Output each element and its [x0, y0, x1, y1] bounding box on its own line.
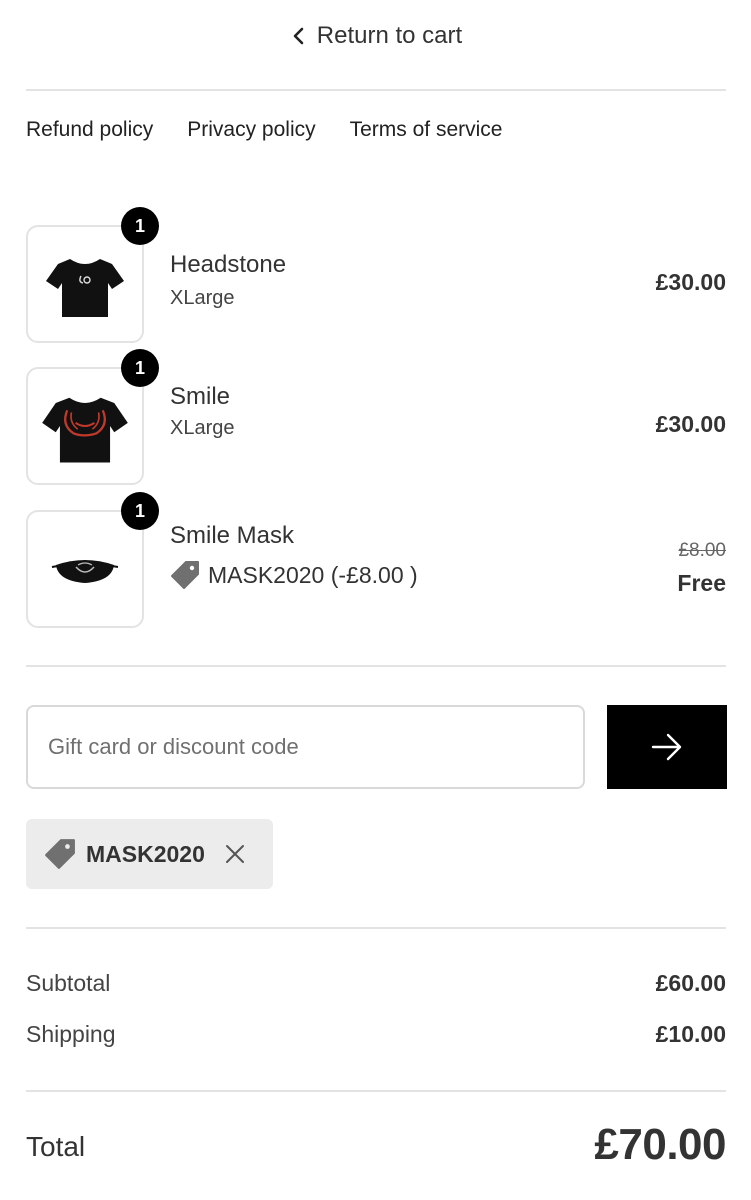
item-discount-label: MASK2020 (-£8.00 ): [208, 561, 418, 588]
divider: [26, 1090, 726, 1092]
tag-icon: [45, 839, 75, 869]
item-name: Headstone: [170, 251, 287, 278]
item-price: £30.00: [655, 269, 726, 295]
item-price: Free: [677, 570, 726, 596]
quantity-badge: 1: [121, 207, 159, 245]
close-icon: [225, 845, 244, 863]
item-price: £30.00: [655, 411, 726, 437]
black-tshirt-white-logo-icon: [46, 259, 124, 317]
black-face-mask-icon: [51, 560, 119, 583]
line-item: 1 Smile XLarge £30.00: [26, 349, 726, 485]
line-item: 1 Headstone XLarge £30.00: [26, 207, 726, 343]
quantity-badge: 1: [121, 349, 159, 387]
return-to-cart-link[interactable]: Return to cart: [0, 18, 751, 54]
subtotal-value: £60.00: [655, 970, 726, 996]
divider: [26, 665, 726, 667]
line-item: 1 Smile Mask MASK2020 (-£8.00 ) £8.00 Fr…: [26, 492, 726, 628]
policy-links: Refund policy Privacy policy Terms of se…: [26, 118, 503, 148]
chevron-left-icon: [289, 26, 309, 46]
original-price: £8.00: [678, 540, 726, 561]
return-to-cart-label: Return to cart: [316, 22, 463, 49]
item-variant: XLarge: [170, 287, 235, 309]
privacy-policy-link[interactable]: Privacy policy: [187, 118, 315, 148]
product-thumbnail: [26, 510, 144, 628]
total-value: £70.00: [594, 1120, 726, 1169]
total-label: Total: [26, 1131, 86, 1162]
discount-code-input[interactable]: [26, 705, 585, 789]
divider: [26, 89, 726, 91]
refund-policy-link[interactable]: Refund policy: [26, 118, 153, 148]
item-name: Smile Mask: [170, 522, 295, 549]
quantity-badge: 1: [121, 492, 159, 530]
item-name: Smile: [170, 383, 231, 410]
shipping-value: £10.00: [655, 1021, 726, 1047]
shipping-label: Shipping: [26, 1021, 116, 1047]
subtotal-label: Subtotal: [26, 970, 111, 996]
tag-icon: [171, 561, 199, 589]
black-tshirt-red-graphic-icon: [42, 397, 128, 463]
product-thumbnail: [26, 225, 144, 343]
remove-discount-button[interactable]: [223, 842, 247, 866]
item-discount: MASK2020 (-£8.00 ): [170, 560, 418, 590]
applied-discount-code: MASK2020: [86, 840, 205, 867]
apply-discount-button[interactable]: [607, 705, 727, 789]
item-variant: XLarge: [170, 417, 235, 439]
product-thumbnail: [26, 367, 144, 485]
divider: [26, 927, 726, 929]
arrow-right-icon: [651, 733, 682, 761]
terms-of-service-link[interactable]: Terms of service: [350, 118, 503, 148]
applied-discount-tag: MASK2020: [26, 819, 273, 889]
